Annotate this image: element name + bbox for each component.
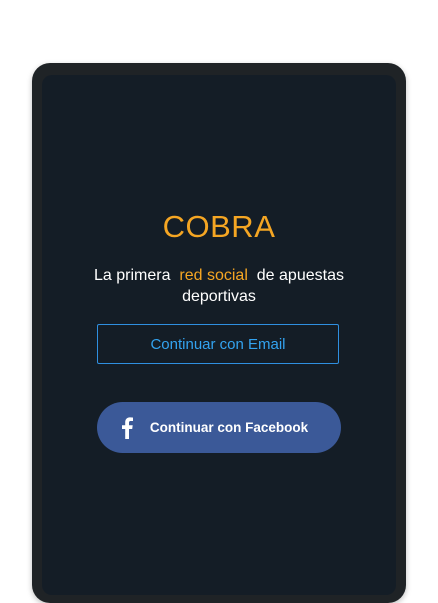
app-title: COBRA bbox=[162, 209, 276, 244]
tagline: La primera red social de apuestas deport… bbox=[82, 265, 356, 307]
continue-email-button[interactable]: Continuar con Email bbox=[97, 324, 339, 364]
continue-email-label: Continuar con Email bbox=[150, 335, 286, 353]
tagline-highlight: red social bbox=[179, 267, 248, 284]
tagline-prefix: La primera bbox=[94, 267, 171, 284]
facebook-icon bbox=[120, 416, 134, 439]
device-frame: COBRA La primera red social de apuestas … bbox=[32, 63, 406, 603]
continue-facebook-label: Continuar con Facebook bbox=[149, 420, 309, 435]
app-screen: COBRA La primera red social de apuestas … bbox=[42, 75, 396, 595]
continue-facebook-button[interactable]: Continuar con Facebook bbox=[97, 402, 341, 453]
